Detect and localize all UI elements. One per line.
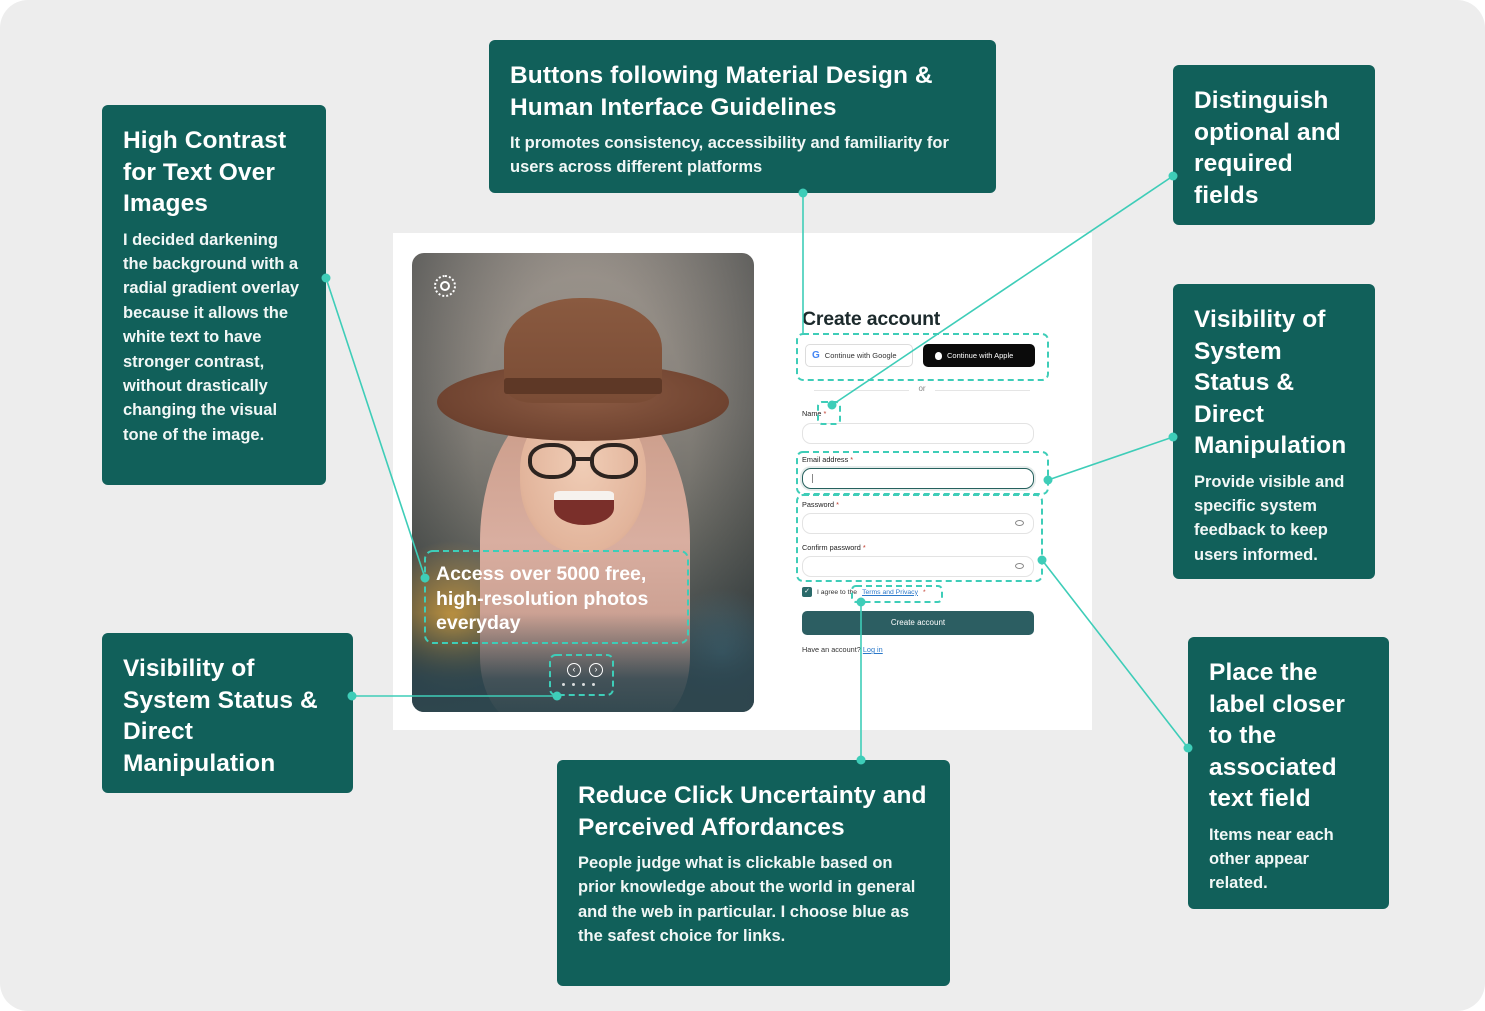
signup-mockup: Access over 5000 free, high-resolution p… <box>393 233 1092 730</box>
terms-link[interactable]: Terms and Privacy <box>862 589 918 596</box>
carousel-dot[interactable] <box>572 683 575 686</box>
have-account-prefix: Have an account? <box>802 645 861 654</box>
carousel-next-button[interactable]: › <box>589 663 603 677</box>
name-label-text: Name <box>802 409 822 418</box>
annotation-title: Distinguish optional and required fields <box>1194 87 1341 209</box>
annotation-high-contrast: High Contrast for Text Over Images I dec… <box>102 105 326 485</box>
email-input[interactable] <box>802 468 1034 489</box>
terms-checkbox[interactable]: ✓ <box>802 587 812 597</box>
photo-smile <box>554 491 614 525</box>
show-password-icon[interactable] <box>1015 563 1024 569</box>
annotation-body: I decided darkening the background with … <box>123 230 300 444</box>
text-caret <box>812 474 813 483</box>
google-button-label: Continue with Google <box>824 351 897 360</box>
annotation-title: Reduce Click Uncertainty and Perceived A… <box>578 782 927 841</box>
confirm-label-text: Confirm password <box>802 543 861 552</box>
photo-glasses <box>574 457 592 461</box>
continue-apple-button[interactable]: Continue with Apple <box>923 344 1035 367</box>
carousel-nav: ‹ › <box>567 663 603 677</box>
required-mark: * <box>823 409 827 418</box>
name-input[interactable] <box>802 423 1034 444</box>
annotation-title: Visibility of System Status & Direct Man… <box>1194 306 1347 459</box>
show-password-icon[interactable] <box>1015 520 1024 526</box>
or-divider: or <box>802 384 1042 393</box>
required-mark: * <box>862 543 866 552</box>
hero-photo: Access over 5000 free, high-resolution p… <box>412 253 754 712</box>
carousel-dot[interactable] <box>562 683 565 686</box>
diagram-board: Access over 5000 free, high-resolution p… <box>0 0 1485 1011</box>
annotation-label-closer: Place the label closer to the associated… <box>1188 637 1389 909</box>
annotation-body: People judge what is clickable based on … <box>578 854 916 946</box>
carousel-dot[interactable] <box>592 683 595 686</box>
name-label: Name * <box>802 409 826 418</box>
signup-form: Create account G Continue with Google Co… <box>802 233 1042 730</box>
brand-logo-icon <box>434 275 456 297</box>
password-label-text: Password <box>802 500 835 509</box>
carousel-dots <box>562 683 595 686</box>
required-mark: * <box>850 455 854 464</box>
annotation-title: High Contrast for Text Over Images <box>123 127 287 217</box>
required-mark: * <box>836 500 839 509</box>
annotation-click-uncertainty: Reduce Click Uncertainty and Perceived A… <box>557 760 950 986</box>
password-label: Password * <box>802 500 839 509</box>
confirm-password-input[interactable] <box>802 556 1034 577</box>
terms-agreement: ✓ I agree to the Terms and Privacy * <box>802 587 926 597</box>
email-label-text: Email address <box>802 455 849 464</box>
carousel-dot[interactable] <box>582 683 585 686</box>
annotation-body: Items near each other appear related. <box>1209 825 1334 893</box>
agree-prefix: I agree to the <box>817 588 858 596</box>
confirm-password-label: Confirm password * <box>802 543 866 552</box>
photo-hat <box>504 378 662 394</box>
annotation-visibility-left: Visibility of System Status & Direct Man… <box>102 633 353 793</box>
continue-google-button[interactable]: G Continue with Google <box>805 344 913 367</box>
login-link[interactable]: Log in <box>863 645 883 654</box>
annotation-title: Visibility of System Status & Direct Man… <box>123 655 318 777</box>
have-account-text: Have an account? Log in <box>802 645 883 654</box>
annotation-visibility-right: Visibility of System Status & Direct Man… <box>1173 284 1375 579</box>
apple-icon <box>935 351 942 360</box>
password-input[interactable] <box>802 513 1034 534</box>
required-mark: * <box>922 588 926 596</box>
annotation-buttons-guidelines: Buttons following Material Design & Huma… <box>489 40 996 193</box>
carousel-prev-button[interactable]: ‹ <box>567 663 581 677</box>
google-icon: G <box>812 350 820 361</box>
annotation-title: Buttons following Material Design & Huma… <box>510 62 933 121</box>
apple-button-label: Continue with Apple <box>947 351 1014 360</box>
annotation-title: Place the label closer to the associated… <box>1209 659 1346 812</box>
email-label: Email address * <box>802 455 853 464</box>
photo-glasses <box>528 443 576 479</box>
annotation-optional-required: Distinguish optional and required fields <box>1173 65 1375 225</box>
form-title: Create account <box>802 308 941 330</box>
photo-headline: Access over 5000 free, high-resolution p… <box>436 563 649 634</box>
create-account-button[interactable]: Create account <box>802 611 1034 635</box>
photo-glasses <box>590 443 638 479</box>
annotation-body: Provide visible and specific system feed… <box>1194 472 1345 564</box>
annotation-body: It promotes consistency, accessibility a… <box>510 134 949 177</box>
